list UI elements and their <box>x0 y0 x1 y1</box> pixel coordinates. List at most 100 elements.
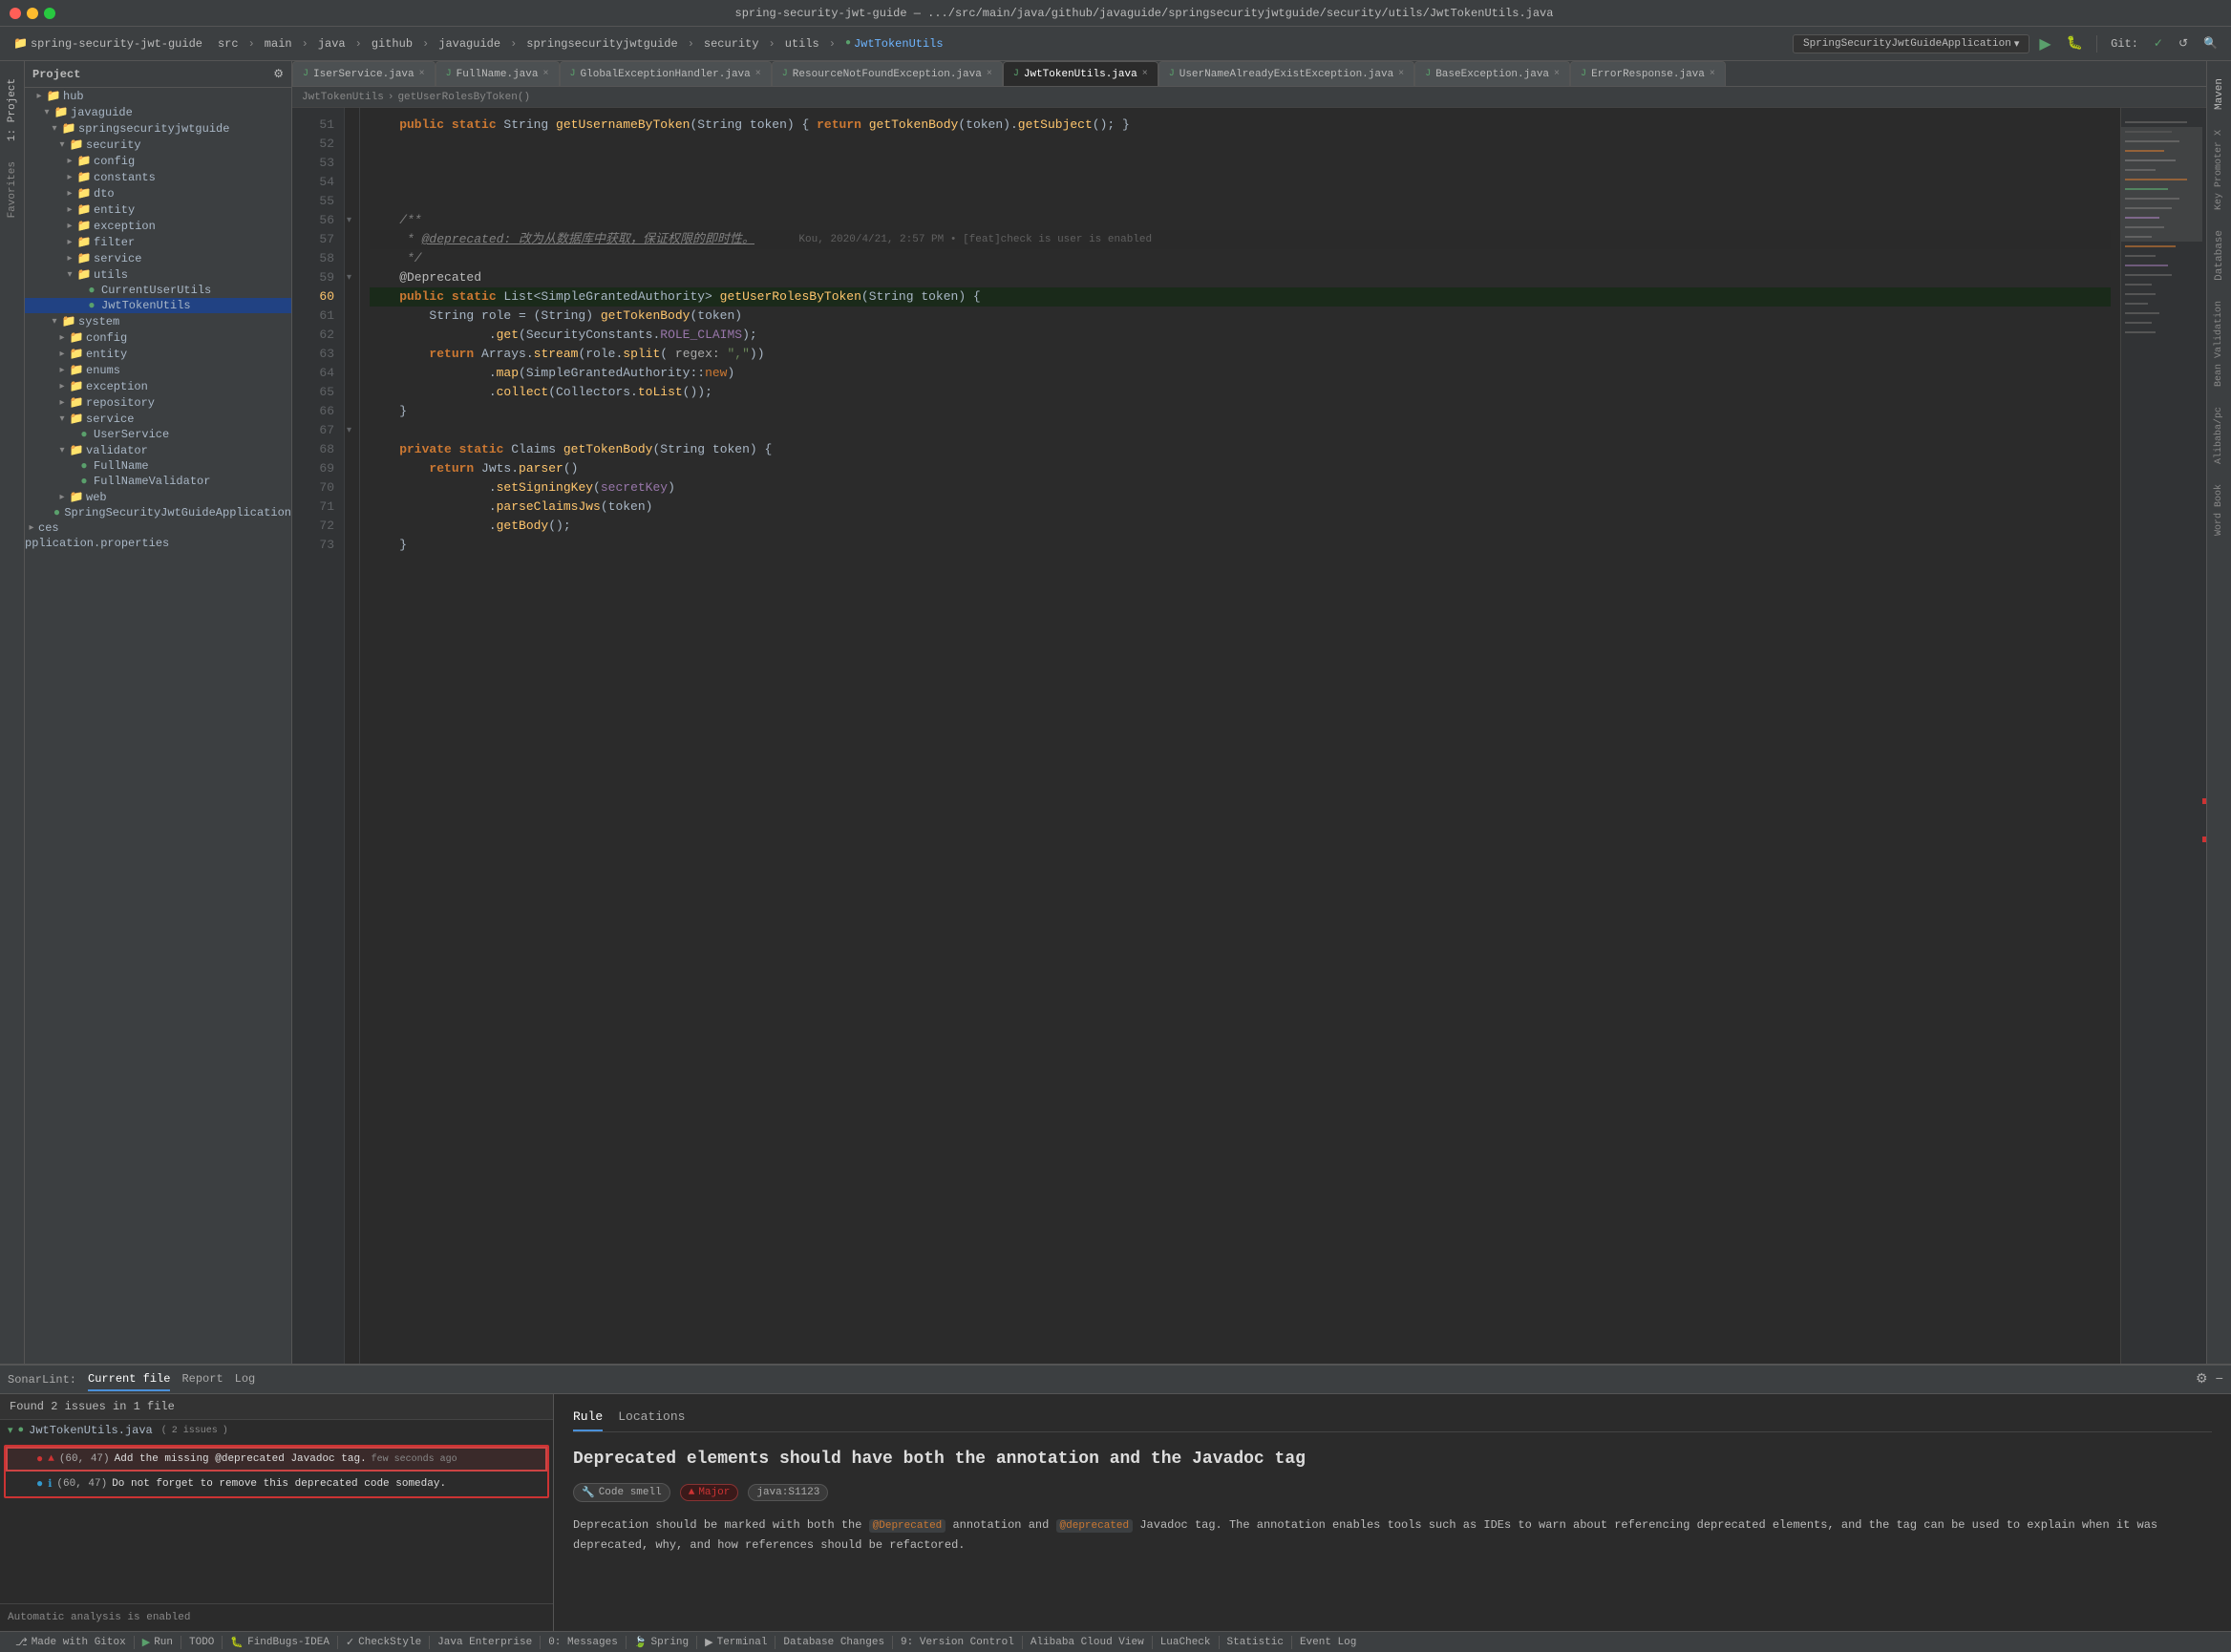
status-statistic[interactable]: Statistic <box>1220 1632 1291 1652</box>
rule-tab-locations[interactable]: Locations <box>618 1409 685 1431</box>
tree-appprops[interactable]: pplication.properties <box>25 536 291 551</box>
tree-fullnamevalidator[interactable]: ● FullNameValidator <box>25 474 291 489</box>
favorites-tab[interactable]: Favorites <box>5 154 20 225</box>
toolbar-github[interactable]: github <box>366 35 418 53</box>
tree-dto[interactable]: ▸ 📁 dto <box>25 185 291 201</box>
tree-entity[interactable]: ▸ 📁 entity <box>25 201 291 218</box>
tree-service-sec[interactable]: ▸ 📁 service <box>25 250 291 266</box>
search-button[interactable]: 🔍 <box>2198 34 2223 53</box>
tree-springsecurity[interactable]: ▾ 📁 springsecurityjwtguide <box>25 120 291 137</box>
tab-globalexception[interactable]: J GlobalExceptionHandler.java × <box>560 61 772 86</box>
tree-javaguide[interactable]: ▾ 📁 javaguide <box>25 104 291 120</box>
tree-userservice[interactable]: ● UserService <box>25 427 291 442</box>
status-eventlog[interactable]: Event Log <box>1292 1632 1364 1652</box>
status-versioncontrol[interactable]: 9: Version Control <box>893 1632 1022 1652</box>
toolbar-springsecurity[interactable]: springsecurityjwtguide <box>521 35 683 53</box>
toolbar-javaguide[interactable]: javaguide <box>433 35 506 53</box>
bottom-tab-currentfile[interactable]: Current file <box>88 1368 170 1391</box>
tab-usernameexists[interactable]: J UserNameAlreadyExistException.java × <box>1158 61 1414 86</box>
tree-sys-exception[interactable]: ▸ 📁 exception <box>25 378 291 394</box>
tree-validator[interactable]: ▾ 📁 validator <box>25 442 291 458</box>
tab-errorresponse-close[interactable]: × <box>1710 69 1715 79</box>
tab-fullname-close[interactable]: × <box>543 69 549 79</box>
tree-sys-config[interactable]: ▸ 📁 config <box>25 329 291 346</box>
status-checkstyle[interactable]: ✓ CheckStyle <box>338 1632 429 1652</box>
maximize-button[interactable] <box>44 8 55 19</box>
fold-marker-60[interactable]: ▾ <box>347 272 351 284</box>
tree-jwttokenutils[interactable]: ● JwtTokenUtils <box>25 298 291 313</box>
status-git[interactable]: ⎇ Made with Gitox <box>8 1632 134 1652</box>
tree-filter[interactable]: ▸ 📁 filter <box>25 234 291 250</box>
project-tab[interactable]: 1: Project <box>5 71 20 149</box>
tree-sys-service[interactable]: ▾ 📁 service <box>25 411 291 427</box>
bottom-tab-report[interactable]: Report <box>181 1368 223 1391</box>
toolbar-project[interactable]: 📁 spring-security-jwt-guide <box>8 34 208 53</box>
status-terminal[interactable]: ▶ Terminal <box>697 1632 775 1652</box>
status-javaenterprise[interactable]: Java Enterprise <box>430 1632 540 1652</box>
tree-system[interactable]: ▾ 📁 system <box>25 313 291 329</box>
rule-tab-rule[interactable]: Rule <box>573 1409 603 1431</box>
status-dbchanges[interactable]: Database Changes <box>776 1632 892 1652</box>
tree-security[interactable]: ▾ 📁 security <box>25 137 291 153</box>
run-button[interactable]: ▶ <box>2033 32 2056 55</box>
tree-exception[interactable]: ▸ 📁 exception <box>25 218 291 234</box>
bottom-settings-icon[interactable]: ⚙ <box>2196 1371 2208 1387</box>
tab-usernameexists-close[interactable]: × <box>1398 69 1404 79</box>
alibaba-tab[interactable]: Alibaba/pc <box>2212 399 2226 472</box>
breadcrumb-file[interactable]: JwtTokenUtils <box>302 92 384 103</box>
tab-iserservice[interactable]: J IserService.java × <box>292 61 436 86</box>
toolbar-utils[interactable]: utils <box>779 35 825 53</box>
word-book-tab[interactable]: Word Book <box>2212 477 2226 543</box>
tree-sys-repository[interactable]: ▸ 📁 repository <box>25 394 291 411</box>
tree-web[interactable]: ▸ 📁 web <box>25 489 291 505</box>
status-messages[interactable]: 0: Messages <box>541 1632 626 1652</box>
fold-marker-56[interactable]: ▾ <box>347 215 351 226</box>
status-luacheck[interactable]: LuaCheck <box>1153 1632 1219 1652</box>
checkmark-button[interactable]: ✓ <box>2148 34 2169 53</box>
maven-tab[interactable]: Maven <box>2212 71 2227 117</box>
toolbar-security[interactable]: security <box>698 35 765 53</box>
issue-item-0[interactable]: ● ▲ (60, 47) Add the missing @deprecated… <box>6 1447 547 1472</box>
tab-resourcenotfound[interactable]: J ResourceNotFoundException.java × <box>772 61 1003 86</box>
breadcrumb-method[interactable]: getUserRolesByToken() <box>397 92 530 103</box>
status-run[interactable]: ▶ Run <box>135 1632 181 1652</box>
git-button[interactable]: Git: <box>2105 35 2144 53</box>
bean-validation-tab[interactable]: Bean Validation <box>2212 293 2226 394</box>
close-button[interactable] <box>10 8 21 19</box>
minimize-button[interactable] <box>27 8 38 19</box>
tree-sys-entity[interactable]: ▸ 📁 entity <box>25 346 291 362</box>
status-todo[interactable]: TODO <box>181 1632 222 1652</box>
refresh-button[interactable]: ↺ <box>2173 34 2194 53</box>
tab-iserservice-close[interactable]: × <box>419 69 425 79</box>
sidebar-gear-icon[interactable]: ⚙ <box>273 67 284 81</box>
tab-resourcenotfound-close[interactable]: × <box>987 69 992 79</box>
issue-file-item[interactable]: ▾ ● JwtTokenUtils.java ( 2 issues ) <box>0 1420 553 1441</box>
tree-currentuserutils[interactable]: ● CurrentUserUtils <box>25 283 291 298</box>
tree-config[interactable]: ▸ 📁 config <box>25 153 291 169</box>
tree-constants[interactable]: ▸ 📁 constants <box>25 169 291 185</box>
debug-button[interactable]: 🐛 <box>2061 33 2089 53</box>
tab-errorresponse[interactable]: J ErrorResponse.java × <box>1570 61 1726 86</box>
tree-springapp[interactable]: ● SpringSecurityJwtGuideApplication <box>25 505 291 520</box>
tree-utils[interactable]: ▾ 📁 utils <box>25 266 291 283</box>
status-findbugs[interactable]: 🐛 FindBugs-IDEA <box>223 1632 337 1652</box>
toolbar-src[interactable]: src <box>212 35 244 53</box>
tree-fullname[interactable]: ● FullName <box>25 458 291 474</box>
tab-fullname[interactable]: J FullName.java × <box>436 61 560 86</box>
code-content[interactable]: public static String getUsernameByToken … <box>360 108 2120 1364</box>
bottom-minimize-icon[interactable]: − <box>2216 1372 2223 1387</box>
tab-jwttokenutils[interactable]: J JwtTokenUtils.java × <box>1003 61 1158 86</box>
run-config-dropdown[interactable]: ▾ <box>2014 37 2020 51</box>
bottom-tab-log[interactable]: Log <box>235 1368 256 1391</box>
tab-baseexception-close[interactable]: × <box>1554 69 1560 79</box>
toolbar-main[interactable]: main <box>259 35 298 53</box>
toolbar-file[interactable]: ● JwtTokenUtils <box>839 35 949 53</box>
status-alibaba[interactable]: Alibaba Cloud View <box>1023 1632 1152 1652</box>
database-tab[interactable]: Database <box>2212 222 2227 288</box>
issue-item-1[interactable]: ● ℹ (60, 47) Do not forget to remove thi… <box>6 1472 547 1496</box>
tree-hub[interactable]: ▸ 📁 hub <box>25 88 291 104</box>
tab-globalexception-close[interactable]: × <box>755 69 761 79</box>
toolbar-java[interactable]: java <box>312 35 351 53</box>
tab-baseexception[interactable]: J BaseException.java × <box>1414 61 1570 86</box>
tree-ces[interactable]: ▸ ces <box>25 520 291 536</box>
